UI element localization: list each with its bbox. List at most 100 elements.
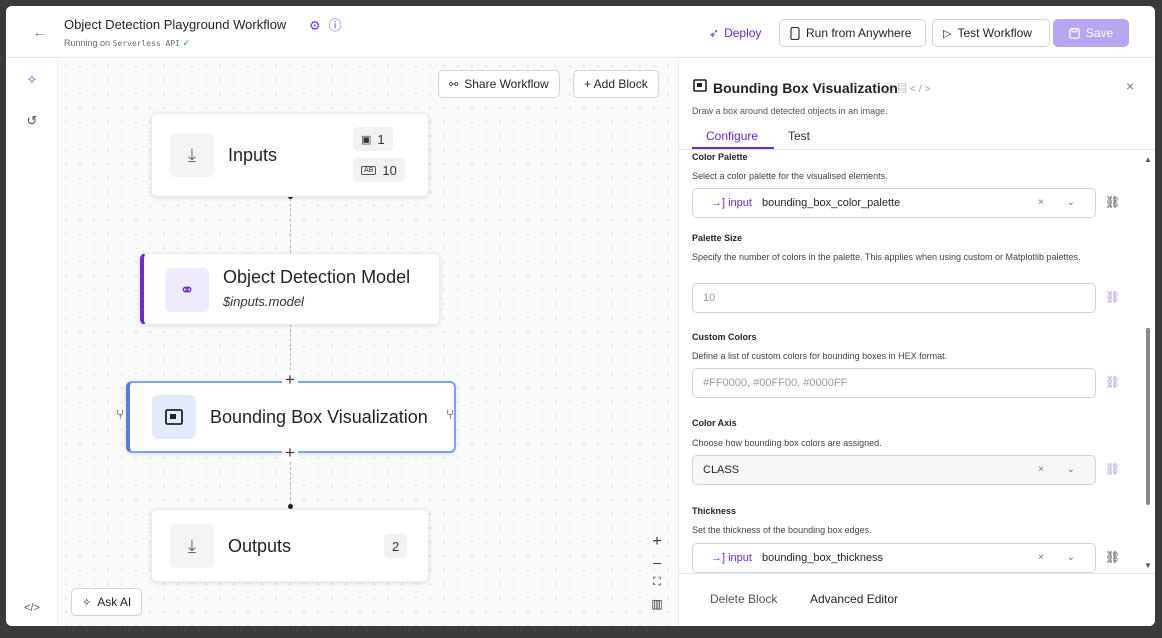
save-icon xyxy=(1069,27,1080,39)
ask-ai-label: Ask AI xyxy=(97,595,132,609)
deploy-button[interactable]: ➶ Deploy xyxy=(701,20,769,46)
thickness-value: bounding_box_thickness xyxy=(761,552,884,564)
link-icon[interactable]: ⛓ xyxy=(1105,290,1120,304)
custom-colors-placeholder: #FF0000, #00FF00, #0000FF xyxy=(703,377,848,389)
panel-scrollbar[interactable]: ▲ ▼ xyxy=(1142,150,1155,573)
help-icon[interactable]: ⓘ xyxy=(329,18,350,33)
fit-view-button[interactable]: ⛶ xyxy=(648,576,666,589)
object-detection-node[interactable]: ⚭ Object Detection Model $inputs.model xyxy=(140,253,440,325)
sparkle-icon: ✧ xyxy=(82,596,92,609)
code-icon[interactable]: </> xyxy=(6,602,58,614)
edge-inputs-detection xyxy=(290,198,291,258)
subtitle-prefix: Running on xyxy=(64,38,111,48)
minimap-button[interactable]: ▥ xyxy=(648,597,666,611)
zoom-out-button[interactable]: – xyxy=(648,554,666,570)
tab-configure[interactable]: Configure xyxy=(706,129,758,143)
thickness-help: Set the thickness of the bounding box ed… xyxy=(692,525,872,535)
clear-dropdown-controls[interactable]: × ⌄ xyxy=(1038,197,1085,208)
bbox-glyph xyxy=(165,409,183,425)
clear-dropdown-controls[interactable]: × ⌄ xyxy=(1038,464,1085,475)
save-button[interactable]: Save xyxy=(1053,19,1129,47)
thickness-field[interactable]: →] input bounding_box_thickness × ⌄ xyxy=(692,543,1096,573)
settings-icon[interactable]: ⚙ xyxy=(309,18,329,33)
play-icon: ▷ xyxy=(943,27,952,40)
panel-description: Draw a box around detected objects in an… xyxy=(692,106,888,116)
workflow-subtitle: Running on Serverless API ✓ xyxy=(64,38,190,49)
palette-size-help: Specify the number of colors in the pale… xyxy=(692,252,1081,262)
tab-test[interactable]: Test xyxy=(788,129,810,143)
outputs-node[interactable]: ⤓ Outputs 2 xyxy=(151,509,429,582)
param-count-badge: AB 10 xyxy=(353,158,405,182)
add-below-icon[interactable]: + xyxy=(282,444,298,461)
rocket-icon: ➶ xyxy=(709,26,720,40)
custom-colors-field[interactable]: #FF0000, #00FF00, #0000FF xyxy=(692,368,1096,398)
color-axis-select[interactable]: CLASS × ⌄ xyxy=(692,455,1096,485)
input-ref-tag: →] input xyxy=(711,552,752,564)
save-label: Save xyxy=(1085,26,1114,40)
inputs-title: Inputs xyxy=(228,145,278,165)
code-icon[interactable]: </> xyxy=(910,84,933,95)
share-icon: ⚯ xyxy=(449,78,459,91)
color-axis-value: CLASS xyxy=(703,464,740,476)
add-block-label: + Add Block xyxy=(584,77,648,91)
scroll-down-icon[interactable]: ▼ xyxy=(1144,561,1152,570)
link-icon[interactable]: ⛓ xyxy=(1105,462,1120,476)
color-palette-help: Select a color palette for the visualise… xyxy=(692,171,888,181)
edge-bbox-outputs xyxy=(290,457,291,505)
thickness-label: Thickness xyxy=(692,506,737,516)
palette-size-label: Palette Size xyxy=(692,233,743,243)
color-palette-label: Color Palette xyxy=(692,152,748,162)
detection-title: Object Detection Model xyxy=(223,267,411,287)
text-param-icon: AB xyxy=(361,165,377,175)
add-above-icon[interactable]: + xyxy=(282,371,298,388)
inputs-node[interactable]: ⤓ Inputs ▣ 1 AB 10 xyxy=(151,113,429,197)
app-window: ← Object Detection Playground Workflow ⚙… xyxy=(6,6,1155,626)
custom-colors-label: Custom Colors xyxy=(692,332,757,342)
run-label: Run from Anywhere xyxy=(806,26,912,40)
top-bar: ← Object Detection Playground Workflow ⚙… xyxy=(6,6,1155,58)
share-workflow-button[interactable]: ⚯ Share Workflow xyxy=(438,70,560,98)
help-icon[interactable]: ⓘ xyxy=(884,84,897,95)
test-label: Test Workflow xyxy=(957,26,1032,40)
unlink-icon[interactable]: ⛓ xyxy=(1105,195,1120,209)
share-label: Share Workflow xyxy=(464,77,549,91)
add-block-button[interactable]: + Add Block xyxy=(573,70,659,98)
input-ref-tag: →] input xyxy=(711,197,752,209)
environment-name: Serverless API xyxy=(112,39,180,48)
color-palette-field[interactable]: →] input bounding_box_color_palette × ⌄ xyxy=(692,188,1096,218)
download-icon: ⤓ xyxy=(170,133,214,177)
phone-icon xyxy=(790,26,800,40)
test-workflow-button[interactable]: ▷ Test Workflow xyxy=(932,19,1050,47)
workflow-title-icons: ⚙ⓘ xyxy=(309,15,350,34)
image-icon: ▣ xyxy=(361,133,372,146)
branch-right-icon[interactable]: ⑂ xyxy=(446,406,454,422)
color-palette-value: bounding_box_color_palette xyxy=(761,197,901,209)
zoom-in-button[interactable]: + xyxy=(648,533,666,551)
palette-size-placeholder: 10 xyxy=(703,292,716,304)
outputs-count: 2 xyxy=(392,538,400,554)
output-icon: ⤓ xyxy=(170,524,214,568)
bbox-icon xyxy=(693,79,707,95)
scrollbar-thumb[interactable] xyxy=(1146,328,1150,505)
bbox-glyph xyxy=(693,79,707,92)
palette-size-field[interactable]: 10 xyxy=(692,283,1096,313)
custom-colors-help: Define a list of custom colors for bound… xyxy=(692,351,948,361)
back-arrow-icon[interactable]: ← xyxy=(32,24,48,42)
unlink-icon[interactable]: ⛓ xyxy=(1105,550,1120,564)
docs-icon[interactable]: ▤ xyxy=(897,84,910,95)
close-icon[interactable]: × xyxy=(1126,78,1134,94)
workflow-canvas[interactable]: ⚯ Share Workflow + Add Block ⤓ Inputs ▣ … xyxy=(59,59,677,626)
ask-ai-button[interactable]: ✧ Ask AI xyxy=(71,588,143,616)
bbox-title: Bounding Box Visualization xyxy=(210,407,428,427)
branch-left-icon[interactable]: ⑂ xyxy=(116,406,124,422)
link-icon[interactable]: ⛓ xyxy=(1105,375,1120,389)
clear-dropdown-controls[interactable]: × ⌄ xyxy=(1038,552,1085,563)
config-scroll-area[interactable]: Color Palette Select a color palette for… xyxy=(679,150,1141,573)
history-icon[interactable]: ↺ xyxy=(6,113,58,129)
scroll-up-icon[interactable]: ▲ xyxy=(1144,155,1152,164)
panel-meta-icons: ⓘ▤</> xyxy=(884,80,933,95)
advanced-editor-button[interactable]: Advanced Editor xyxy=(810,592,898,606)
delete-block-button[interactable]: Delete Block xyxy=(710,592,777,606)
run-from-anywhere-button[interactable]: Run from Anywhere xyxy=(779,19,926,47)
sparkle-icon[interactable]: ✧ xyxy=(6,72,58,88)
